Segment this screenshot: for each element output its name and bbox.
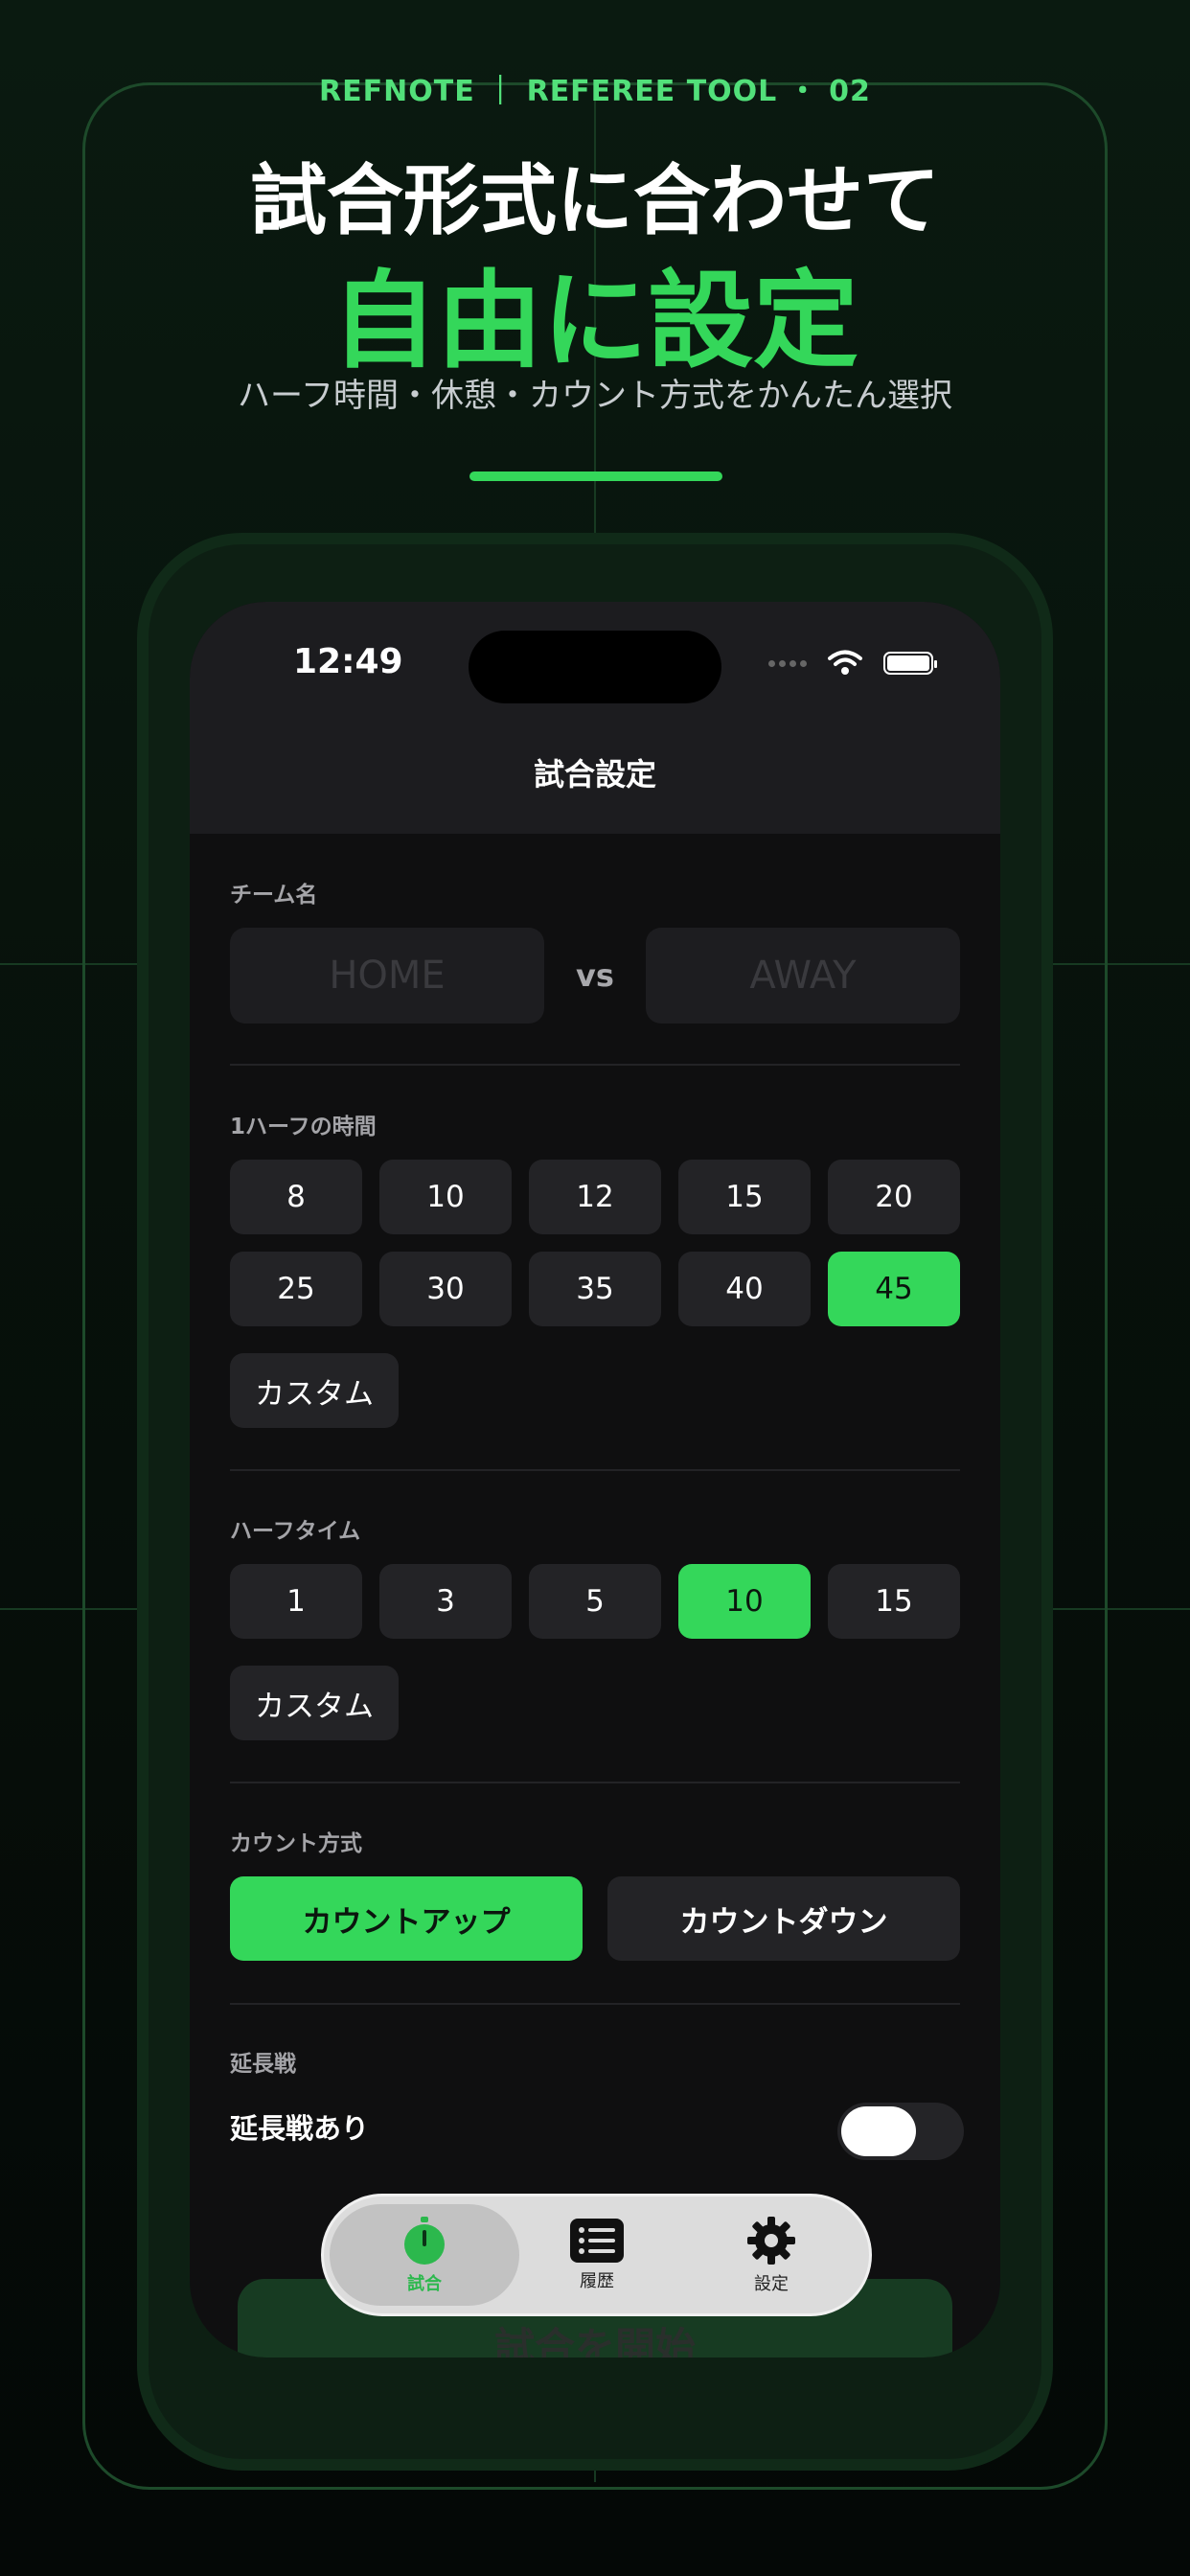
tab-label: 設定 bbox=[754, 2274, 789, 2294]
half-duration-option-35[interactable]: 35 bbox=[529, 1252, 661, 1326]
phone-screen: 12:49 試合設定 チーム名 HOME vs AWAY 1ハーフの時間 8 1… bbox=[190, 602, 1000, 2358]
accent-bar bbox=[469, 472, 722, 481]
nav-title: 試合設定 bbox=[533, 756, 656, 793]
half-duration-option-30[interactable]: 30 bbox=[379, 1252, 512, 1326]
count-up-button[interactable]: カウントアップ bbox=[230, 1876, 583, 1961]
list-icon bbox=[570, 2219, 624, 2263]
half-time-option-15[interactable]: 15 bbox=[828, 1564, 960, 1639]
team-names-label: チーム名 bbox=[230, 883, 318, 908]
tab-history[interactable]: 履歴 bbox=[506, 2204, 688, 2306]
half-time-option-3[interactable]: 3 bbox=[379, 1564, 512, 1639]
battery-icon bbox=[883, 652, 937, 675]
vs-label: vs bbox=[576, 957, 614, 994]
half-duration-option-12[interactable]: 12 bbox=[529, 1160, 661, 1234]
extra-time-toggle-label: 延長戦あり bbox=[230, 2112, 370, 2145]
divider bbox=[230, 1782, 960, 1783]
half-time-label: ハーフタイム bbox=[230, 1519, 361, 1544]
count-down-button[interactable]: カウントダウン bbox=[607, 1876, 960, 1961]
half-duration-option-8[interactable]: 8 bbox=[230, 1160, 362, 1234]
half-time-option-1[interactable]: 1 bbox=[230, 1564, 362, 1639]
toggle-knob bbox=[841, 2106, 916, 2156]
divider bbox=[230, 1469, 960, 1471]
top-bar: 12:49 試合設定 bbox=[190, 602, 1000, 834]
half-duration-option-45-selected[interactable]: 45 bbox=[828, 1252, 960, 1326]
status-icons bbox=[768, 650, 937, 677]
signal-icon bbox=[768, 659, 807, 667]
marketing-headline-accent: 自由に設定 bbox=[332, 260, 858, 382]
marketing-subtitle: ハーフ時間・休憩・カウント方式をかんたん選択 bbox=[238, 377, 952, 415]
half-duration-option-20[interactable]: 20 bbox=[828, 1160, 960, 1234]
tab-label: 履歴 bbox=[580, 2271, 614, 2291]
marketing-headline: 試合形式に合わせて bbox=[250, 156, 940, 245]
tab-match[interactable]: 試合 bbox=[330, 2204, 519, 2306]
half-duration-option-15[interactable]: 15 bbox=[678, 1160, 811, 1234]
gear-icon bbox=[747, 2217, 795, 2265]
count-mode-label: カウント方式 bbox=[230, 1831, 362, 1856]
home-team-input[interactable]: HOME bbox=[230, 928, 544, 1024]
half-duration-option-40[interactable]: 40 bbox=[678, 1252, 811, 1326]
half-duration-option-10[interactable]: 10 bbox=[379, 1160, 512, 1234]
tab-bar: 試合 履歴 設定 bbox=[321, 2194, 872, 2316]
half-duration-custom-button[interactable]: カスタム bbox=[230, 1353, 399, 1428]
away-team-input[interactable]: AWAY bbox=[646, 928, 960, 1024]
wifi-icon bbox=[828, 650, 862, 675]
half-duration-option-25[interactable]: 25 bbox=[230, 1252, 362, 1326]
extra-time-label: 延長戦 bbox=[230, 2052, 296, 2077]
status-time: 12:49 bbox=[293, 642, 403, 681]
dynamic-island bbox=[469, 631, 721, 703]
marketing-kicker: REFNOTE ｜ REFEREE TOOL ・ 02 bbox=[319, 75, 871, 108]
stopwatch-icon bbox=[404, 2217, 445, 2265]
extra-time-toggle[interactable] bbox=[837, 2103, 964, 2160]
divider bbox=[230, 2003, 960, 2005]
half-duration-label: 1ハーフの時間 bbox=[230, 1115, 377, 1139]
half-time-option-10-selected[interactable]: 10 bbox=[678, 1564, 811, 1639]
half-time-custom-button[interactable]: カスタム bbox=[230, 1666, 399, 1740]
tab-settings[interactable]: 設定 bbox=[680, 2204, 862, 2306]
half-time-option-5[interactable]: 5 bbox=[529, 1564, 661, 1639]
divider bbox=[230, 1064, 960, 1066]
tab-label: 試合 bbox=[407, 2274, 442, 2294]
